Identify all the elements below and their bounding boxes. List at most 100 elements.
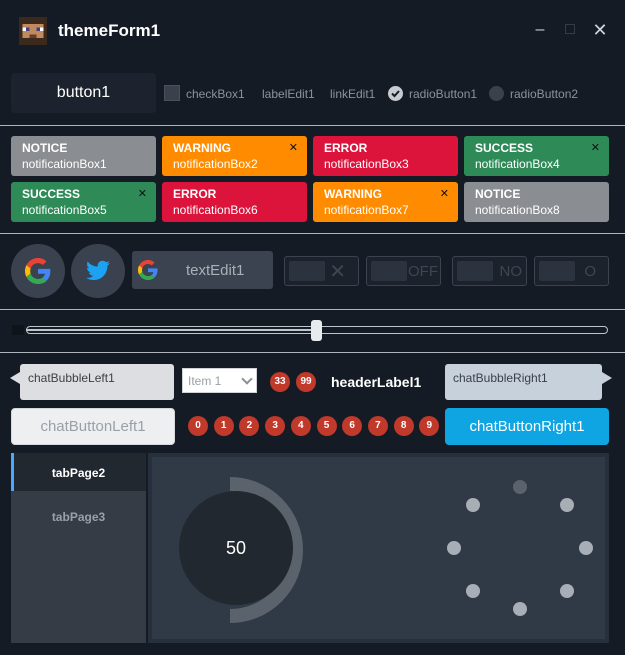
slider-start-handle[interactable] (12, 325, 24, 335)
notification-text: notificationBox3 (324, 157, 409, 171)
notification-title: WARNING (324, 187, 382, 201)
divider (0, 352, 625, 353)
divider (0, 309, 625, 310)
close-button[interactable]: ✕ (590, 20, 610, 40)
toggle-knob[interactable] (457, 261, 493, 281)
google-button[interactable] (11, 244, 65, 298)
maximize-button[interactable]: □ (560, 20, 580, 40)
radio-button2-label[interactable]: radioButton2 (510, 87, 578, 101)
badge-33: 33 (270, 372, 290, 392)
notification-box[interactable]: ERROR notificationBox6 (162, 182, 307, 222)
radio-button1-label[interactable]: radioButton1 (409, 87, 477, 101)
chat-bubble-left-tail (10, 372, 20, 384)
close-icon[interactable]: ✕ (591, 141, 600, 154)
notification-title: SUCCESS (22, 187, 81, 201)
spinner-dot (447, 541, 461, 555)
notification-box[interactable]: SUCCESS notificationBox4 ✕ (464, 136, 609, 176)
toggle-no[interactable]: NO (452, 256, 527, 286)
divider (0, 125, 625, 126)
notification-text: notificationBox4 (475, 157, 560, 171)
badge-6: 6 (342, 416, 363, 436)
toggle-o-label: O (584, 263, 596, 280)
close-icon[interactable]: ✕ (440, 187, 449, 200)
chat-button-left[interactable]: chatButtonLeft1 (11, 408, 175, 445)
link-edit[interactable]: linkEdit1 (330, 87, 375, 101)
badge-8: 8 (393, 416, 414, 436)
badge-4: 4 (290, 416, 311, 436)
notification-box[interactable]: WARNING notificationBox2 ✕ (162, 136, 307, 176)
toggle-x[interactable]: ✕ (284, 256, 359, 286)
notification-text: notificationBox7 (324, 203, 409, 217)
close-icon[interactable]: ✕ (289, 141, 298, 154)
spinner-dot (559, 584, 574, 599)
toggle-no-label: NO (499, 263, 523, 280)
toggle-x-label: ✕ (329, 261, 346, 283)
radio-button1-checked-icon[interactable] (388, 86, 403, 101)
notification-box[interactable]: ERROR notificationBox3 (313, 136, 458, 176)
combo-value: Item 1 (188, 374, 222, 388)
tab-page3-label[interactable]: tabPage3 (11, 510, 146, 524)
google-icon (138, 260, 158, 280)
toggle-knob[interactable] (289, 261, 325, 281)
notification-title: NOTICE (475, 187, 521, 201)
close-icon[interactable]: ✕ (138, 187, 147, 200)
badge-1: 1 (213, 416, 234, 436)
header-label: headerLabel1 (331, 374, 422, 390)
tab-page2-label[interactable]: tabPage2 (11, 466, 146, 480)
notification-title: ERROR (324, 141, 368, 155)
notification-title: ERROR (173, 187, 217, 201)
chat-bubble-right-tail (602, 372, 612, 384)
notification-box[interactable]: SUCCESS notificationBox5 ✕ (11, 182, 156, 222)
notification-title: NOTICE (22, 141, 68, 155)
twitter-button[interactable] (71, 244, 125, 298)
item-combo-box[interactable]: Item 1 (182, 368, 257, 393)
notification-box[interactable]: NOTICE notificationBox1 (11, 136, 156, 176)
notification-text: notificationBox6 (173, 203, 258, 217)
slider-thumb[interactable] (311, 320, 322, 341)
chat-bubble-left: chatBubbleLeft1 (20, 364, 174, 400)
chat-button-right[interactable]: chatButtonRight1 (445, 408, 609, 445)
notification-box[interactable]: WARNING notificationBox7 ✕ (313, 182, 458, 222)
minimize-button[interactable]: – (530, 20, 550, 40)
notification-box[interactable]: NOTICE notificationBox8 (464, 182, 609, 222)
toggle-off-label: OFF (408, 263, 438, 280)
google-icon (25, 258, 51, 284)
badge-5: 5 (316, 416, 337, 436)
text-edit-value[interactable]: textEdit1 (186, 262, 244, 279)
toggle-knob[interactable] (371, 261, 407, 281)
label-edit[interactable]: labelEdit1 (262, 87, 315, 101)
notification-text: notificationBox1 (22, 157, 107, 171)
chat-bubble-right: chatBubbleRight1 (445, 364, 602, 400)
text-edit[interactable]: textEdit1 (132, 251, 273, 289)
badge-3: 3 (265, 416, 286, 436)
window-title: themeForm1 (58, 21, 161, 40)
spinner-dot (559, 497, 574, 512)
notification-text: notificationBox5 (22, 203, 107, 217)
notification-title: WARNING (173, 141, 231, 155)
spinner-dot (513, 479, 527, 494)
badge-2: 2 (239, 416, 260, 436)
toggle-off[interactable]: OFF (366, 256, 441, 286)
toggle-knob[interactable] (539, 261, 575, 281)
button1[interactable]: button1 (11, 73, 156, 113)
checkbox1-box[interactable] (164, 85, 180, 101)
badge-99: 99 (296, 372, 316, 392)
slider-fill (26, 329, 317, 331)
app-icon (19, 17, 47, 45)
checkbox1-label[interactable]: checkBox1 (186, 87, 245, 101)
badge-0: 0 (188, 416, 208, 436)
title-bar: themeForm1 – □ ✕ (0, 0, 625, 62)
notification-title: SUCCESS (475, 141, 534, 155)
toggle-o[interactable]: O (534, 256, 609, 286)
radio-button2-icon[interactable] (489, 86, 504, 101)
knob-value: 50 (225, 538, 247, 558)
badge-7: 7 (367, 416, 388, 436)
spinner-dot (579, 541, 593, 555)
chevron-down-icon[interactable] (241, 373, 253, 385)
notification-text: notificationBox2 (173, 157, 258, 171)
badge-9: 9 (419, 416, 440, 436)
twitter-icon (86, 260, 110, 281)
spinner-dot (466, 497, 481, 512)
divider (0, 233, 625, 234)
notification-text: notificationBox8 (475, 203, 560, 217)
